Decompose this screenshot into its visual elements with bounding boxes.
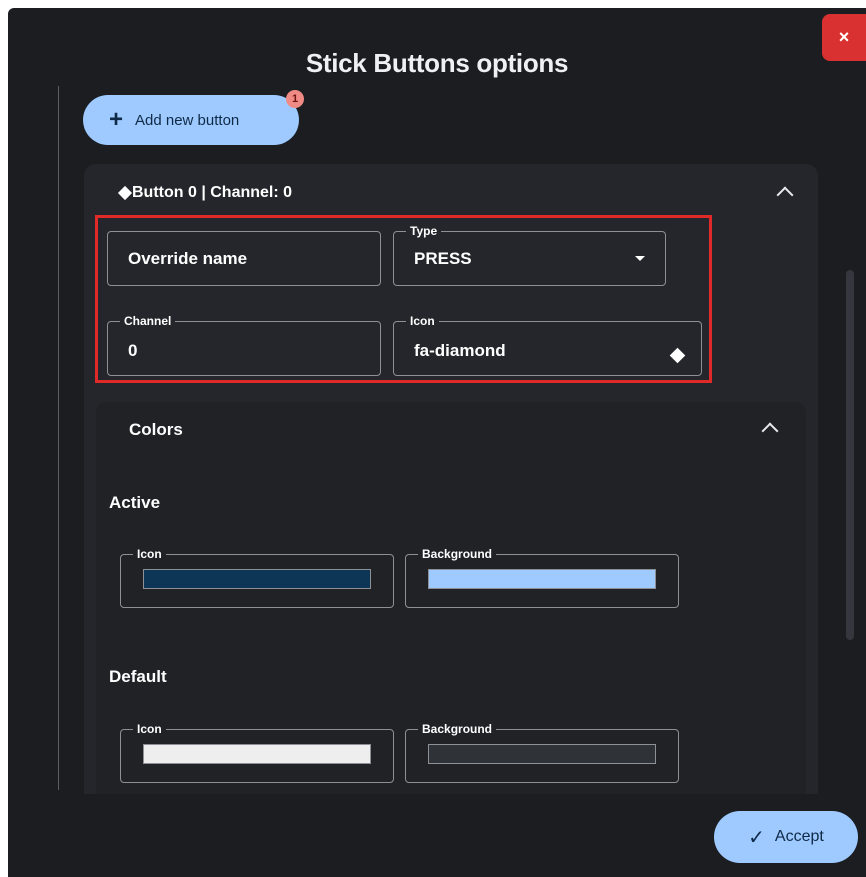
vertical-divider bbox=[58, 86, 59, 790]
button-panel-header[interactable]: Button 0 | Channel: 0 bbox=[117, 184, 293, 202]
notification-badge: 1 bbox=[286, 90, 304, 108]
active-background-color-label: Background bbox=[418, 546, 497, 562]
default-background-color-field[interactable]: Background bbox=[405, 721, 679, 783]
default-icon-color-swatch[interactable] bbox=[143, 744, 371, 764]
accept-button-label: Accept bbox=[774, 828, 824, 845]
default-section-title: Default bbox=[109, 667, 167, 686]
plus-icon: + bbox=[109, 106, 124, 133]
active-background-color-swatch[interactable] bbox=[428, 569, 656, 589]
add-new-button[interactable]: + Add new button bbox=[83, 95, 299, 145]
active-icon-color-field[interactable]: Icon bbox=[120, 546, 394, 608]
active-background-color-field[interactable]: Background bbox=[405, 546, 679, 608]
default-background-color-swatch[interactable] bbox=[428, 744, 656, 764]
active-icon-color-swatch[interactable] bbox=[143, 569, 371, 589]
button-panel-title: Button 0 | Channel: 0 bbox=[132, 184, 293, 201]
default-icon-color-label: Icon bbox=[133, 721, 166, 737]
close-button[interactable]: × bbox=[822, 14, 866, 61]
accept-button[interactable]: ✓ Accept bbox=[714, 811, 858, 863]
diamond-icon bbox=[117, 185, 133, 201]
scrollbar[interactable] bbox=[846, 270, 854, 640]
colors-title[interactable]: Colors bbox=[129, 420, 183, 440]
active-section-title: Active bbox=[109, 493, 161, 512]
default-icon-color-field[interactable]: Icon bbox=[120, 721, 394, 783]
active-icon-color-label: Icon bbox=[133, 546, 166, 562]
check-icon: ✓ bbox=[748, 826, 765, 849]
default-background-color-label: Background bbox=[418, 721, 497, 737]
highlight-box bbox=[95, 215, 712, 383]
add-new-button-label: Add new button bbox=[135, 111, 240, 129]
dialog-title: Stick Buttons options bbox=[305, 48, 569, 78]
